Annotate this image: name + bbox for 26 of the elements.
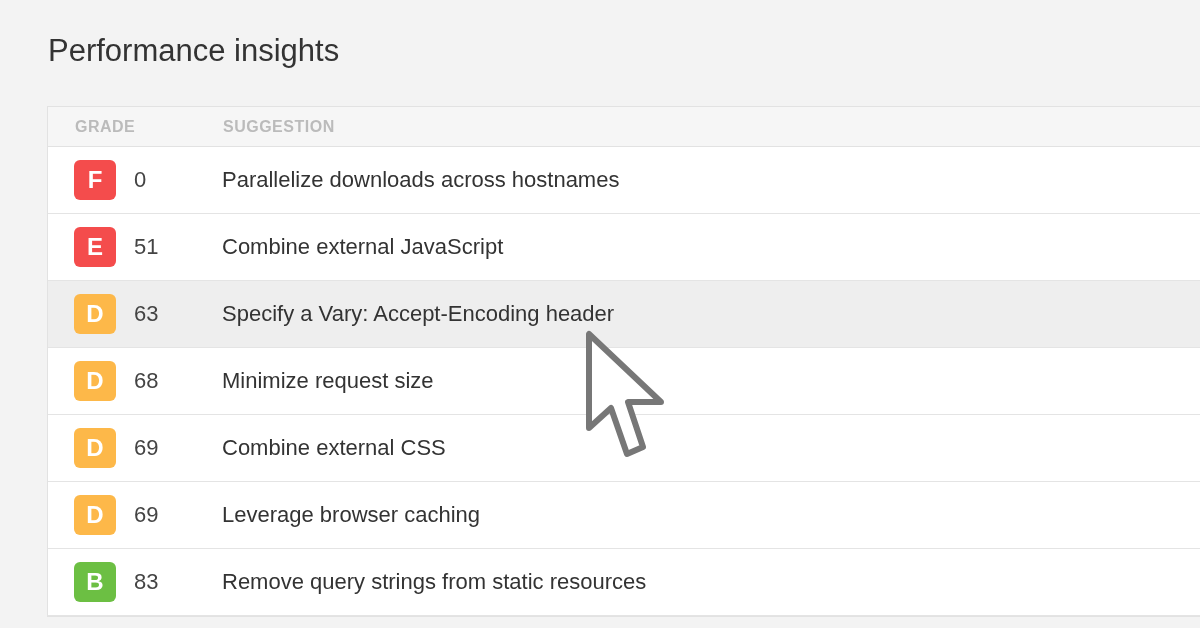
score-text: 63 [134,301,160,327]
grade-badge: F [74,160,116,200]
score-text: 68 [134,368,160,394]
grade-badge: D [74,495,116,535]
suggestion-text: Parallelize downloads across hostnames [222,167,620,193]
score-text: 69 [134,502,160,528]
grade-badge: B [74,562,116,602]
page-title: Performance insights [48,32,341,70]
suggestion-text: Combine external JavaScript [222,234,504,260]
table-row[interactable]: D 63 Specify a Vary: Accept-Encoding header [48,281,1200,348]
score-text: 83 [134,569,160,595]
grade-badge: D [74,361,116,401]
score-text: 69 [134,435,160,461]
grade-badge: E [74,227,116,267]
grade-badge: D [74,428,116,468]
suggestion-text: Leverage browser caching [222,502,481,528]
suggestion-text: Remove query strings from static resources [222,569,647,595]
score-text: 0 [134,167,148,193]
column-header: SUGGESTION [223,117,336,136]
suggestion-text: Minimize request size [222,368,434,394]
score-text: 51 [134,234,160,260]
suggestion-text: Combine external CSS [222,435,446,461]
mouse-pointer-icon [585,330,667,460]
grade-badge: D [74,294,116,334]
suggestion-text: Specify a Vary: Accept-Encoding header [222,301,615,327]
column-header: GRADE [75,117,137,136]
